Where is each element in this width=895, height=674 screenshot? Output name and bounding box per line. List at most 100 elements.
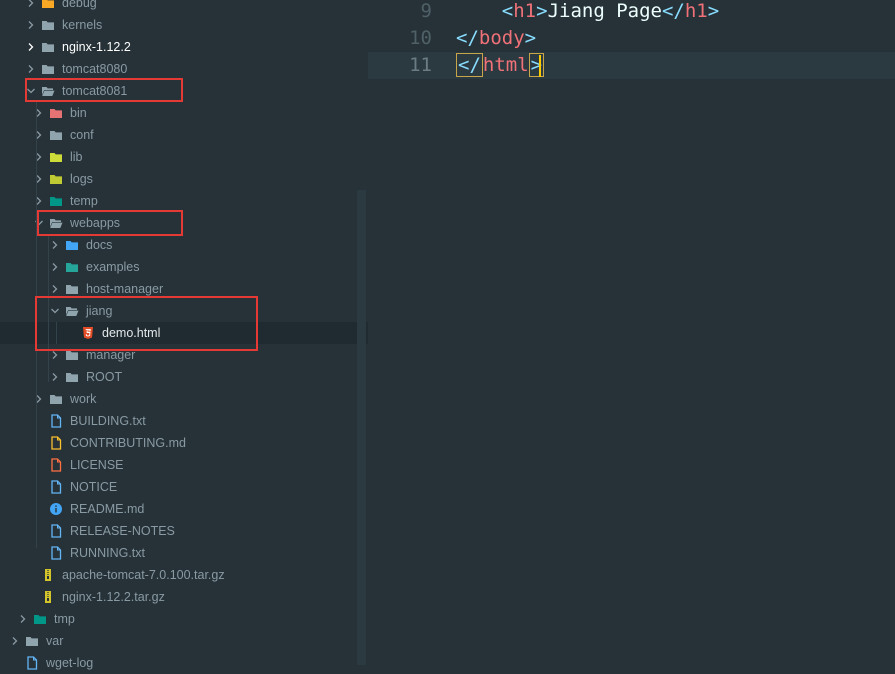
explorer-item-label: logs [70, 172, 93, 186]
contributing-file-icon [49, 436, 63, 450]
folder-icon [41, 62, 55, 76]
chevron-right-icon[interactable] [26, 0, 36, 14]
highlight-box-webapps [37, 210, 183, 236]
code-token: html [482, 54, 529, 76]
explorer-scrollbar[interactable] [357, 190, 366, 665]
code-token: > [536, 0, 548, 22]
explorer-item-label: examples [86, 260, 140, 274]
text-file-icon [49, 546, 63, 560]
explorer-item-tomcat8080[interactable]: tomcat8080 [0, 58, 368, 80]
code-token: </ [661, 0, 685, 22]
explorer-item-license[interactable]: LICENSE [0, 454, 368, 476]
explorer-item-label: nginx-1.12.2 [62, 40, 131, 54]
code-editor[interactable]: 9 <h1>Jiang Page</h1> 10 </body> 11 </html > [368, 0, 895, 665]
code-token: h1 [513, 0, 537, 22]
folder-icon [65, 282, 79, 296]
explorer-item-label: NOTICE [70, 480, 118, 494]
text-file-icon [49, 414, 63, 428]
file-explorer: debug kernels nginx-1.12.2 tomcat8080 tomcat… [0, 0, 368, 670]
archive-file-icon [41, 568, 55, 582]
explorer-item-readme-md[interactable]: README.md [0, 498, 368, 520]
code-text: </html > [456, 52, 545, 79]
code-text: <h1>Jiang Page</h1> [456, 0, 719, 25]
logs-folder-icon [49, 172, 63, 186]
code-text: </body> [456, 25, 536, 52]
explorer-item-nginx-1-12-2[interactable]: nginx-1.12.2 [0, 36, 368, 58]
explorer-item-var[interactable]: var [0, 630, 368, 652]
explorer-item-debug[interactable]: debug [0, 0, 368, 14]
explorer-item-label: tomcat8080 [62, 62, 128, 76]
folder-icon [65, 370, 79, 384]
explorer-item-lib[interactable]: lib [0, 146, 368, 168]
explorer-item-notice[interactable]: NOTICE [0, 476, 368, 498]
code-line[interactable]: 11 </html > [368, 52, 895, 79]
explorer-item-kernels[interactable]: kernels [0, 14, 368, 36]
docs-folder-icon [65, 238, 79, 252]
temp-folder-icon [49, 194, 63, 208]
chevron-right-icon[interactable] [50, 234, 60, 256]
code-token: </ [456, 53, 483, 77]
chevron-right-icon[interactable] [26, 14, 36, 36]
explorer-item-conf[interactable]: conf [0, 124, 368, 146]
explorer-item-label: wget-log [46, 656, 94, 670]
explorer-item-label: bin [70, 106, 87, 120]
explorer-item-examples[interactable]: examples [0, 256, 368, 278]
temp-folder-icon [33, 612, 47, 626]
explorer-item-contributing-md[interactable]: CONTRIBUTING.md [0, 432, 368, 454]
explorer-item-label: RELEASE-NOTES [70, 524, 175, 538]
chevron-right-icon[interactable] [50, 256, 60, 278]
text-file-icon [49, 480, 63, 494]
lib-folder-icon [49, 150, 63, 164]
bin-folder-icon [49, 106, 63, 120]
explorer-item-running-txt[interactable]: RUNNING.txt [0, 542, 368, 564]
explorer-item-release-notes[interactable]: RELEASE-NOTES [0, 520, 368, 542]
explorer-item-tmp[interactable]: tmp [0, 608, 368, 630]
explorer-item-label: work [70, 392, 97, 406]
folder-icon [41, 18, 55, 32]
text-cursor [539, 55, 541, 77]
explorer-item-work[interactable]: work [0, 388, 368, 410]
debug-folder-icon [41, 0, 55, 10]
explorer-item-label: debug [62, 0, 97, 10]
explorer-item-label: apache-tomcat-7.0.100.tar.gz [62, 568, 225, 582]
explorer-item-temp[interactable]: temp [0, 190, 368, 212]
folder-icon [49, 392, 63, 406]
line-number: 10 [409, 27, 432, 49]
chevron-right-icon[interactable] [26, 58, 36, 80]
explorer-item-nginx-1-12-2-tar-gz[interactable]: nginx-1.12.2.tar.gz [0, 586, 368, 608]
explorer-item-root[interactable]: ROOT [0, 366, 368, 388]
info-file-icon [49, 502, 63, 516]
explorer-item-label: nginx-1.12.2.tar.gz [62, 590, 165, 604]
line-number: 9 [420, 0, 432, 22]
explorer-item-label: LICENSE [70, 458, 124, 472]
explorer-item-label: RUNNING.txt [70, 546, 145, 560]
code-token: Jiang Page [547, 0, 662, 22]
explorer-item-building-txt[interactable]: BUILDING.txt [0, 410, 368, 432]
explorer-item-label: var [46, 634, 64, 648]
explorer-item-label: CONTRIBUTING.md [70, 436, 186, 450]
explorer-item-bin[interactable]: bin [0, 102, 368, 124]
explorer-item-label: BUILDING.txt [70, 414, 146, 428]
code-line[interactable]: 10 </body> [368, 25, 895, 52]
explorer-item-label: temp [70, 194, 98, 208]
chevron-right-icon[interactable] [18, 608, 28, 630]
chevron-right-icon[interactable] [50, 366, 60, 388]
explorer-item-label: lib [70, 150, 83, 164]
chevron-right-icon[interactable] [26, 36, 36, 58]
text-file-icon [25, 656, 39, 670]
highlight-box-tomcat8081 [25, 78, 183, 102]
code-token: > [528, 53, 545, 77]
code-token: < [501, 0, 514, 22]
explorer-item-wget-log[interactable]: wget-log [0, 652, 368, 674]
explorer-item-docs[interactable]: docs [0, 234, 368, 256]
chevron-right-icon[interactable] [10, 630, 20, 652]
explorer-item-apache-tomcat-7-0-100-tar-gz[interactable]: apache-tomcat-7.0.100.tar.gz [0, 564, 368, 586]
code-line[interactable]: 9 <h1>Jiang Page</h1> [368, 0, 895, 25]
folder-icon [49, 128, 63, 142]
explorer-item-logs[interactable]: logs [0, 168, 368, 190]
explorer-item-label: README.md [70, 502, 145, 516]
folder-icon [41, 40, 55, 54]
code-token: h1 [684, 0, 708, 22]
archive-file-icon [41, 590, 55, 604]
